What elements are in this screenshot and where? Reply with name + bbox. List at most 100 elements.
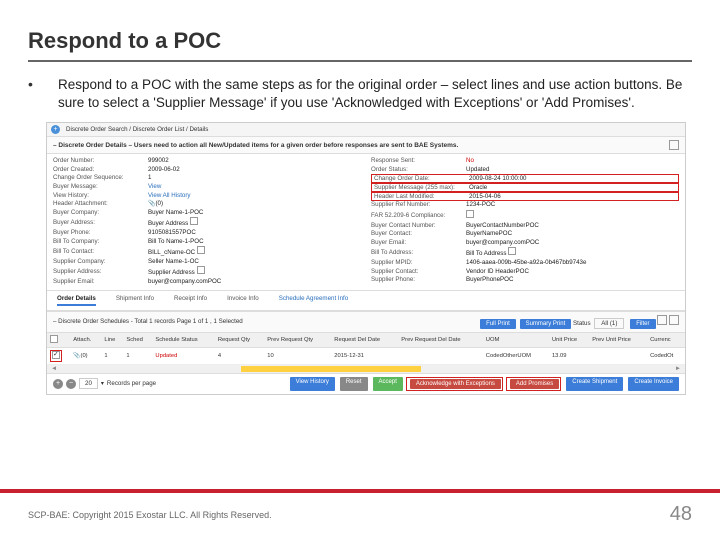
cell: Updated — [152, 347, 214, 364]
row-checkbox[interactable] — [52, 351, 60, 359]
tab-shipment-info[interactable]: Shipment Info — [116, 295, 154, 306]
field-value: Oracle — [469, 184, 676, 191]
view-history-button[interactable]: View History — [290, 377, 335, 391]
page-size[interactable]: 20 — [79, 378, 98, 389]
field-label: Response Sent: — [371, 157, 466, 164]
field-value: 📎(0) — [148, 200, 361, 207]
accept-button[interactable]: Accept — [373, 377, 403, 391]
field-label: Bill To Address: — [371, 249, 466, 256]
column-header[interactable]: Prev Request Qty — [264, 333, 331, 348]
status-value[interactable]: All (1) — [594, 318, 624, 329]
field-label: Bill To Contact: — [53, 248, 148, 255]
add-row-icon[interactable]: + — [53, 379, 63, 389]
field-value: Buyer Address — [148, 217, 361, 227]
cell: 1 — [123, 347, 152, 364]
field-label: Supplier Company: — [53, 258, 148, 265]
filter-button[interactable]: Filter — [630, 319, 655, 329]
field-value[interactable]: View All History — [148, 192, 361, 199]
field-label: Buyer Contact Number: — [371, 222, 466, 229]
field-value: Updated — [466, 166, 679, 173]
add-icon[interactable]: + — [51, 125, 60, 134]
table-row[interactable]: 📎(0)11Updated4102015-12-31CodedOtherUOM1… — [47, 347, 685, 364]
cell: CodedOtherUOM — [483, 347, 549, 364]
copy-icon[interactable] — [197, 266, 205, 274]
full-print-button[interactable]: Full Print — [480, 319, 516, 329]
field-value: BuyerPhonePOC — [466, 276, 679, 283]
field-value: Buyer Name-1-POC — [148, 209, 361, 216]
cell: CodedOt — [647, 347, 685, 364]
app-screenshot: + Discrete Order Search / Discrete Order… — [46, 122, 686, 394]
pager-controls: + − 20 ▾ Records per page — [53, 378, 156, 389]
bullet-marker: • — [28, 76, 40, 112]
field-label: Header Attachment: — [53, 200, 148, 207]
column-header[interactable]: Unit Price — [549, 333, 589, 348]
field-label: Header Last Modified: — [374, 193, 469, 200]
copyright: SCP-BAE: Copyright 2015 Exostar LLC. All… — [28, 510, 272, 520]
field-label: Buyer Contact: — [371, 230, 466, 237]
acknowledge-with-exceptions-button[interactable]: Acknowledge with Exceptions — [410, 379, 501, 389]
field-value: 2009-06-02 — [148, 166, 361, 173]
field-label: Change Order Sequence: — [53, 174, 148, 181]
column-header[interactable]: Line — [101, 333, 123, 348]
export-icon[interactable] — [657, 315, 667, 325]
remove-row-icon[interactable]: − — [66, 379, 76, 389]
field-label: Order Status: — [371, 166, 466, 173]
create-shipment-button[interactable]: Create Shipment — [566, 377, 623, 391]
checkbox[interactable] — [466, 210, 474, 218]
field-label: Bill To Company: — [53, 238, 148, 245]
column-header[interactable]: Prev Request Del Date — [398, 333, 483, 348]
column-header[interactable]: Currenc — [647, 333, 685, 348]
field-label: Supplier Contact: — [371, 268, 466, 275]
cell: 2015-12-31 — [331, 347, 398, 364]
tab-order-details[interactable]: Order Details — [57, 295, 96, 306]
summary-print-button[interactable]: Summary Print — [520, 319, 572, 329]
tab-schedule-agreement-info[interactable]: Schedule Agreement Info — [279, 295, 349, 306]
breadcrumb-bar: + Discrete Order Search / Discrete Order… — [47, 123, 685, 137]
field-value: 1234-POC — [466, 201, 679, 208]
column-header[interactable]: Prev Unit Price — [589, 333, 647, 348]
tab-receipt-info[interactable]: Receipt Info — [174, 295, 207, 306]
add-promises-button[interactable]: Add Promises — [510, 379, 559, 389]
scroll-left-icon[interactable]: ◄ — [47, 365, 61, 372]
column-header[interactable]: Request Del Date — [331, 333, 398, 348]
field-label: Supplier Phone: — [371, 276, 466, 283]
create-invoice-button[interactable]: Create Invoice — [628, 377, 679, 391]
field-value[interactable]: View — [148, 183, 361, 190]
field-value: 999002 — [148, 157, 361, 164]
select-all-checkbox[interactable] — [50, 335, 58, 343]
copy-icon[interactable] — [190, 217, 198, 225]
page-number: 48 — [670, 503, 692, 526]
column-header[interactable]: Attach. — [70, 333, 101, 348]
column-header[interactable]: Sched — [123, 333, 152, 348]
field-label: FAR 52.209-6 Compliance: — [371, 212, 466, 219]
field-value: 2015-04-06 — [469, 193, 676, 200]
copy-icon[interactable] — [197, 246, 205, 254]
scroll-right-icon[interactable]: ► — [671, 365, 685, 372]
column-header[interactable]: Schedule Status — [152, 333, 214, 348]
field-label: Buyer Company: — [53, 209, 148, 216]
field-value: Bill To Name-1-POC — [148, 238, 361, 245]
edit-icon-2[interactable] — [669, 315, 679, 325]
schedules-controls: Full Print Summary Print Status All (1) … — [478, 315, 679, 329]
field-label: Change Order Date: — [374, 175, 469, 182]
field-value: Supplier Address — [148, 266, 361, 276]
field-label: Order Number: — [53, 157, 148, 164]
horizontal-scrollbar[interactable]: ◄ ► — [47, 365, 685, 373]
reset-button[interactable]: Reset — [340, 377, 368, 391]
tab-invoice-info[interactable]: Invoice Info — [227, 295, 259, 306]
copy-icon[interactable] — [508, 247, 516, 255]
pager-label: Records per page — [107, 380, 156, 387]
tabs-row: Order Details Shipment Info Receipt Info In… — [47, 290, 685, 311]
breadcrumb: Discrete Order Search / Discrete Order L… — [66, 126, 208, 133]
edit-icon[interactable] — [669, 140, 679, 150]
column-header[interactable]: UOM — [483, 333, 549, 348]
field-label: Buyer Email: — [371, 239, 466, 246]
field-value: Seller Name-1-OC — [148, 258, 361, 265]
field-value: BuyerNamePOC — [466, 230, 679, 237]
page-title: Respond to a POC — [28, 28, 692, 62]
column-header[interactable]: Request Qty — [215, 333, 264, 348]
field-value: No — [466, 157, 679, 164]
field-value: BILL_cName-OC — [148, 246, 361, 256]
field-label: Buyer Message: — [53, 183, 148, 190]
slide-footer: SCP-BAE: Copyright 2015 Exostar LLC. All… — [0, 489, 720, 540]
